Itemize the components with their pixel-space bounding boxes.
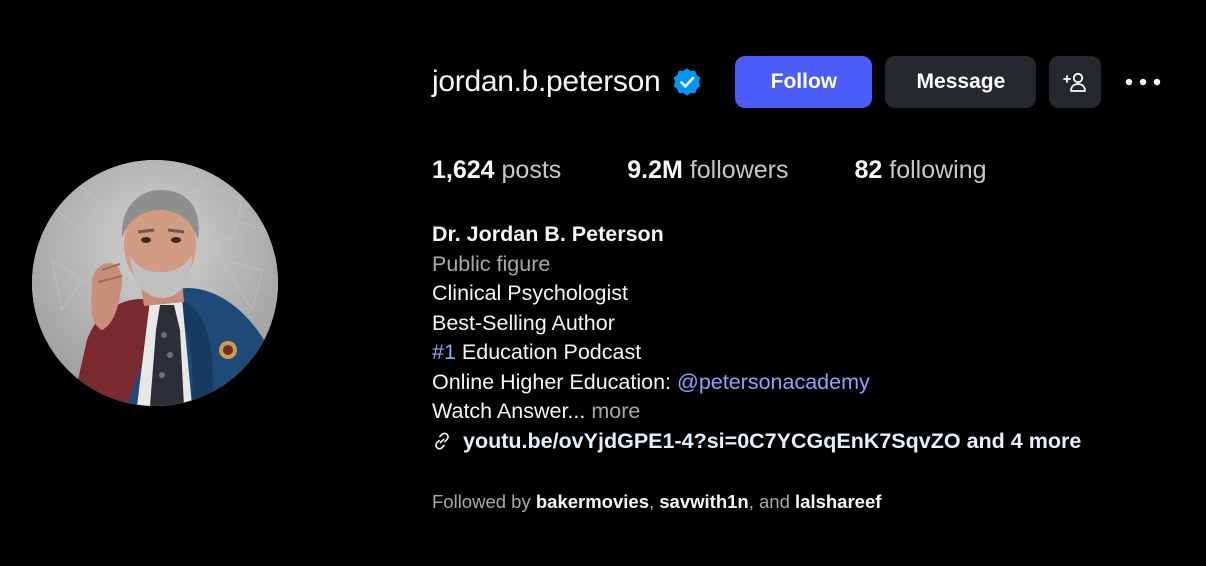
- profile-header: jordan.b.peterson Follow Message: [432, 56, 1202, 108]
- bio-text: Online Higher Education:: [432, 369, 678, 394]
- more-options-icon: [1126, 78, 1161, 86]
- profile-info: jordan.b.peterson Follow Message 1,624 p…: [432, 56, 1202, 513]
- followed-by-user: savwith1n: [659, 491, 749, 512]
- add-user-icon: [1063, 72, 1087, 92]
- bio: Dr. Jordan B. Peterson Public figure Cli…: [432, 220, 1202, 456]
- followed-by-user: bakermovies: [535, 491, 649, 512]
- avatar-image: [32, 160, 278, 406]
- username: jordan.b.peterson: [432, 65, 661, 98]
- full-name: Dr. Jordan B. Peterson: [432, 222, 664, 246]
- external-link-text: youtu.be/ovYjdGPE1-4?si=0C7YCGqEnK7SqvZO…: [463, 428, 1082, 453]
- more-link[interactable]: more: [591, 399, 640, 423]
- category-label: Public figure: [432, 251, 551, 276]
- bio-line: #1 Education Podcast: [432, 338, 1202, 368]
- posts-label: posts: [501, 155, 562, 184]
- profile-page: jordan.b.peterson Follow Message 1,624 p…: [0, 0, 1206, 566]
- posts-count: 1,624: [432, 155, 495, 184]
- bio-line: Watch Answer... more: [432, 397, 1202, 427]
- followed-by-user: lalshareef: [795, 491, 882, 512]
- profile-stats: 1,624 posts 9.2M followers 82 following: [432, 154, 1202, 186]
- follow-button[interactable]: Follow: [735, 56, 873, 108]
- mention-link[interactable]: @petersonacademy: [677, 370, 870, 394]
- avatar[interactable]: [32, 160, 278, 406]
- external-link[interactable]: youtu.be/ovYjdGPE1-4?si=0C7YCGqEnK7SqvZO…: [432, 427, 1202, 457]
- followed-by[interactable]: Followed by bakermovies, savwith1n, and …: [432, 491, 1202, 513]
- bio-line: Clinical Psychologist: [432, 281, 628, 305]
- bio-text: Education Podcast: [455, 340, 642, 364]
- bio-line: Online Higher Education: @petersonacadem…: [432, 368, 1202, 398]
- followed-by-separator: , and: [748, 491, 796, 512]
- hashtag-link[interactable]: #1: [432, 340, 456, 364]
- followers-count: 9.2M: [627, 155, 683, 184]
- followed-by-prefix: Followed by: [432, 491, 536, 512]
- following-stat[interactable]: 82 following: [854, 156, 986, 185]
- bio-text: Watch Answer...: [432, 399, 586, 423]
- more-options-button[interactable]: [1121, 56, 1165, 108]
- followers-label: followers: [689, 155, 789, 184]
- bio-line: Best-Selling Author: [432, 310, 615, 335]
- following-label: following: [889, 155, 987, 184]
- link-icon: [435, 432, 449, 450]
- following-count: 82: [854, 155, 883, 184]
- verified-badge-icon: [671, 66, 703, 98]
- add-user-button[interactable]: [1049, 56, 1102, 108]
- followed-by-separator: ,: [648, 491, 660, 512]
- posts-stat[interactable]: 1,624 posts: [432, 156, 561, 185]
- followers-stat[interactable]: 9.2M followers: [627, 156, 788, 185]
- message-button[interactable]: Message: [885, 56, 1037, 108]
